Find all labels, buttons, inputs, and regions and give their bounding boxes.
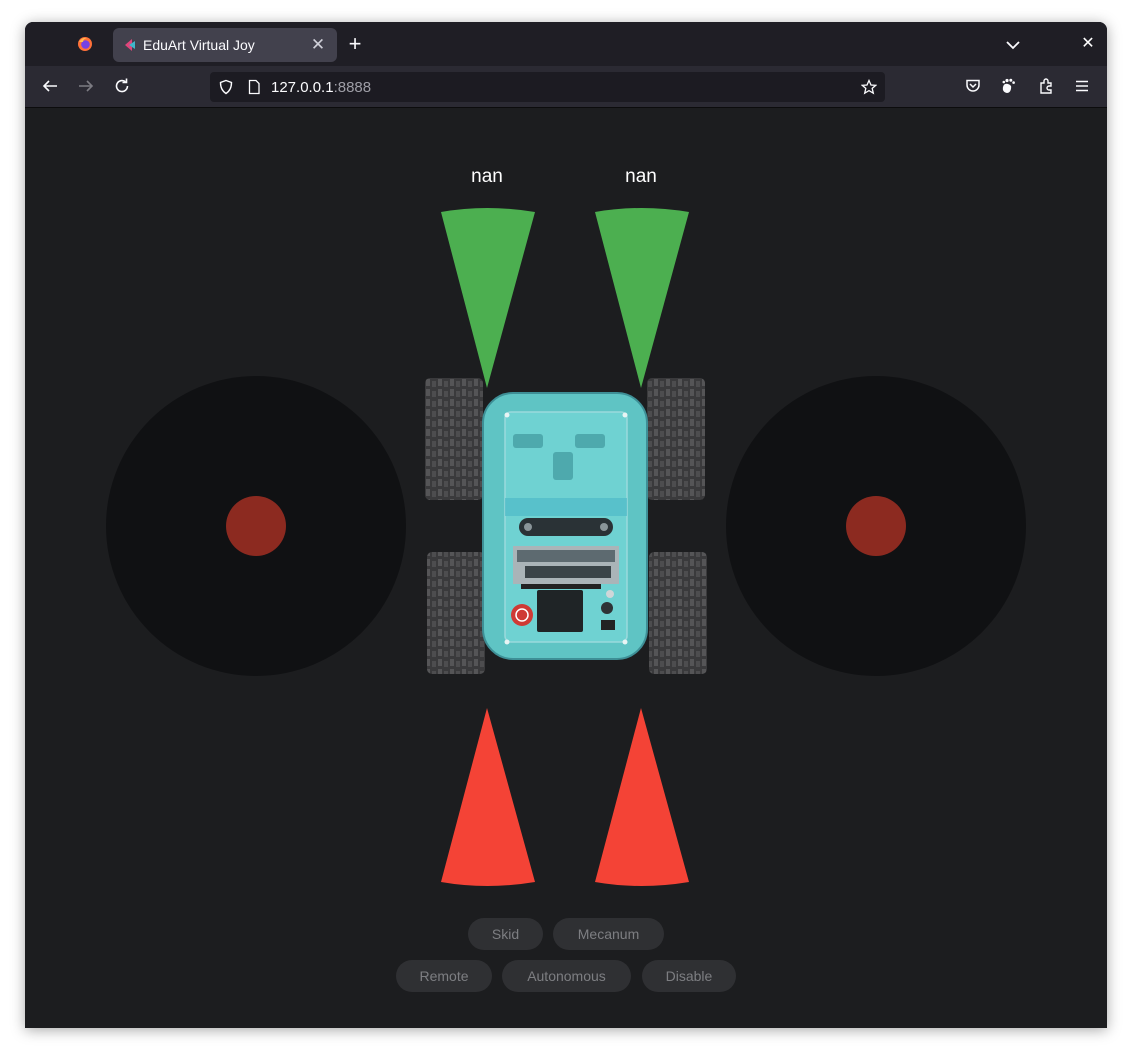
browser-window: EduArt Virtual Joy ✕ + ✕ 127.0.0.1:8888 …: [25, 22, 1107, 1028]
rear-left-wheel: [427, 552, 485, 674]
page-icon[interactable]: [246, 79, 262, 95]
tab-title: EduArt Virtual Joy: [143, 37, 255, 53]
autonomous-button[interactable]: Autonomous: [502, 960, 631, 992]
window-close-icon[interactable]: ✕: [1079, 35, 1097, 53]
reload-icon[interactable]: [113, 77, 131, 95]
pocket-icon[interactable]: [964, 77, 982, 95]
right-joystick[interactable]: [726, 376, 1026, 676]
shield-icon[interactable]: [218, 79, 234, 95]
new-tab-icon[interactable]: +: [343, 33, 367, 57]
gnome-extension-icon[interactable]: [1000, 77, 1018, 95]
nav-toolbar: 127.0.0.1:8888: [25, 66, 1107, 108]
rear-left-sector: [441, 708, 535, 886]
bookmark-star-icon[interactable]: [861, 79, 877, 95]
front-right-wheel: [647, 378, 705, 500]
url-bar[interactable]: 127.0.0.1:8888: [210, 72, 885, 102]
rear-right-sector: [595, 708, 689, 886]
eduart-favicon: [125, 39, 135, 51]
active-tab[interactable]: EduArt Virtual Joy ✕: [113, 28, 337, 62]
front-left-speed: nan: [471, 166, 503, 187]
robot-image: [425, 378, 707, 674]
left-joystick-knob[interactable]: [226, 496, 286, 556]
url-host: 127.0.0.1: [271, 79, 334, 96]
remote-button[interactable]: Remote: [396, 960, 492, 992]
back-icon[interactable]: [41, 77, 59, 95]
disable-button[interactable]: Disable: [642, 960, 736, 992]
front-right-sector: [595, 208, 689, 388]
front-left-wheel: [425, 378, 483, 500]
url-text[interactable]: 127.0.0.1:8888: [271, 79, 371, 96]
tab-strip: EduArt Virtual Joy ✕ + ✕: [25, 22, 1107, 66]
url-port: :8888: [333, 79, 372, 96]
left-joystick[interactable]: [106, 376, 406, 676]
right-joystick-knob[interactable]: [846, 496, 906, 556]
page-content: nan nan nan nan: [25, 108, 1107, 1028]
firefox-icon[interactable]: [77, 36, 93, 52]
close-tab-icon[interactable]: ✕: [307, 34, 329, 56]
extensions-icon[interactable]: [1037, 77, 1055, 95]
tab-list-icon[interactable]: [1004, 36, 1022, 54]
menu-icon[interactable]: [1073, 77, 1091, 95]
rear-right-wheel: [649, 552, 707, 674]
front-right-speed: nan: [625, 166, 657, 187]
front-left-sector: [441, 208, 535, 388]
skid-button[interactable]: Skid: [468, 918, 543, 950]
mecanum-button[interactable]: Mecanum: [553, 918, 664, 950]
forward-icon[interactable]: [77, 77, 95, 95]
